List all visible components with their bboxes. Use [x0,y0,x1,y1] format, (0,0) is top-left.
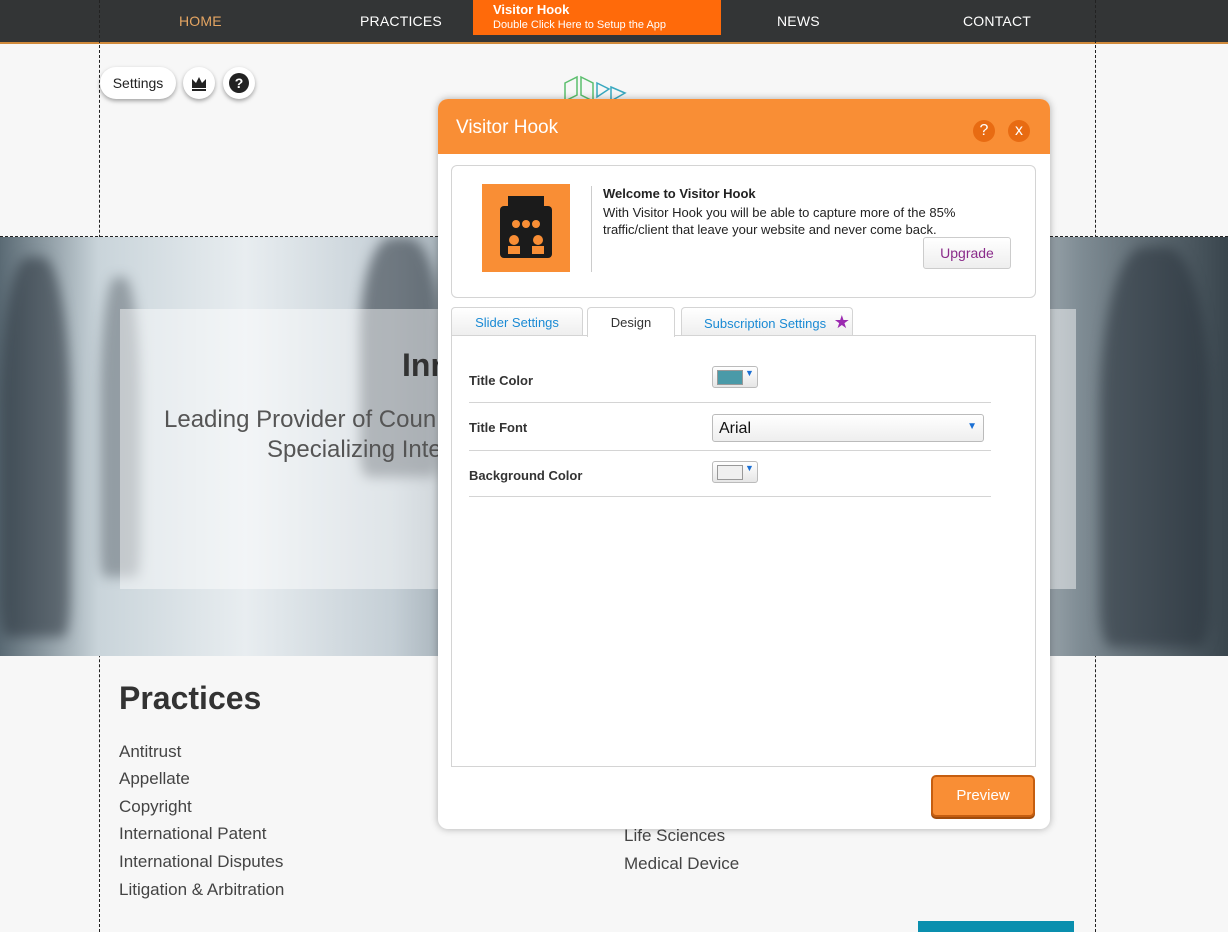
nav-contact[interactable]: CONTACT [963,13,1031,29]
divider [469,402,991,403]
top-nav: HOME PRACTICES Visitor Hook Double Click… [0,0,1228,44]
design-panel [451,335,1036,767]
title-font-label: Title Font [469,420,528,435]
nav-practices[interactable]: PRACTICES [360,13,442,29]
practice-link[interactable]: Litigation & Arbitration [119,880,284,900]
divider [469,450,991,451]
question-icon[interactable]: ? [223,67,255,99]
practice-link[interactable]: Copyright [119,797,192,817]
nav-visitor-hook-app[interactable]: Visitor Hook Double Click Here to Setup … [473,0,721,35]
app-subtitle: Double Click Here to Setup the App [493,19,667,31]
nav-home[interactable]: HOME [179,13,222,29]
cta-box[interactable] [918,921,1074,932]
dialog-header: Visitor Hook ? x [438,99,1050,154]
practice-link[interactable]: Life Sciences [624,826,725,846]
star-icon: ★ [833,312,850,332]
color-swatch [717,465,743,480]
chevron-down-icon: ▼ [967,421,977,432]
practice-link[interactable]: Antitrust [119,742,181,762]
background-color-picker[interactable]: ▼ [712,461,758,483]
color-swatch [717,370,743,385]
upgrade-button[interactable]: Upgrade [923,237,1011,269]
practice-link[interactable]: Medical Device [624,854,739,874]
svg-text:?: ? [235,75,244,91]
dialog-title: Visitor Hook [456,117,559,138]
hero-subtitle-line2: Specializing Inte [267,436,442,463]
background-color-label: Background Color [469,468,583,483]
visitor-hook-dialog: Visitor Hook ? x Welcome to Visitor Hook… [438,99,1050,829]
title-color-picker[interactable]: ▼ [712,366,758,388]
welcome-panel: Welcome to Visitor Hook With Visitor Hoo… [451,165,1036,298]
practices-heading: Practices [119,680,262,716]
nav-news[interactable]: NEWS [777,13,820,29]
practice-link[interactable]: International Patent [119,824,266,844]
visitor-hook-logo-icon [482,184,570,272]
tab-design[interactable]: Design [587,307,675,337]
title-color-label: Title Color [469,373,534,388]
practice-link[interactable]: Appellate [119,769,190,789]
divider [469,496,991,497]
title-font-select[interactable]: Arial ▼ [712,414,984,442]
welcome-title: Welcome to Visitor Hook [603,186,756,201]
tab-label: Subscription Settings [704,316,827,331]
tab-slider-settings[interactable]: Slider Settings [451,307,583,336]
welcome-text: With Visitor Hook you will be able to ca… [603,205,956,237]
tab-subscription-settings[interactable]: Subscription Settings ★ [681,307,853,336]
hero-subtitle-line1: Leading Provider of Coun [164,406,437,433]
app-title: Visitor Hook [493,2,570,17]
practice-link[interactable]: International Disputes [119,852,283,872]
help-icon[interactable]: ? [973,120,995,142]
chevron-down-icon: ▼ [745,368,754,378]
selected-font: Arial [719,420,752,437]
crown-icon[interactable] [183,67,215,99]
settings-button[interactable]: Settings [100,67,176,99]
close-icon[interactable]: x [1008,120,1030,142]
chevron-down-icon: ▼ [745,463,754,473]
preview-button[interactable]: Preview [931,775,1035,817]
